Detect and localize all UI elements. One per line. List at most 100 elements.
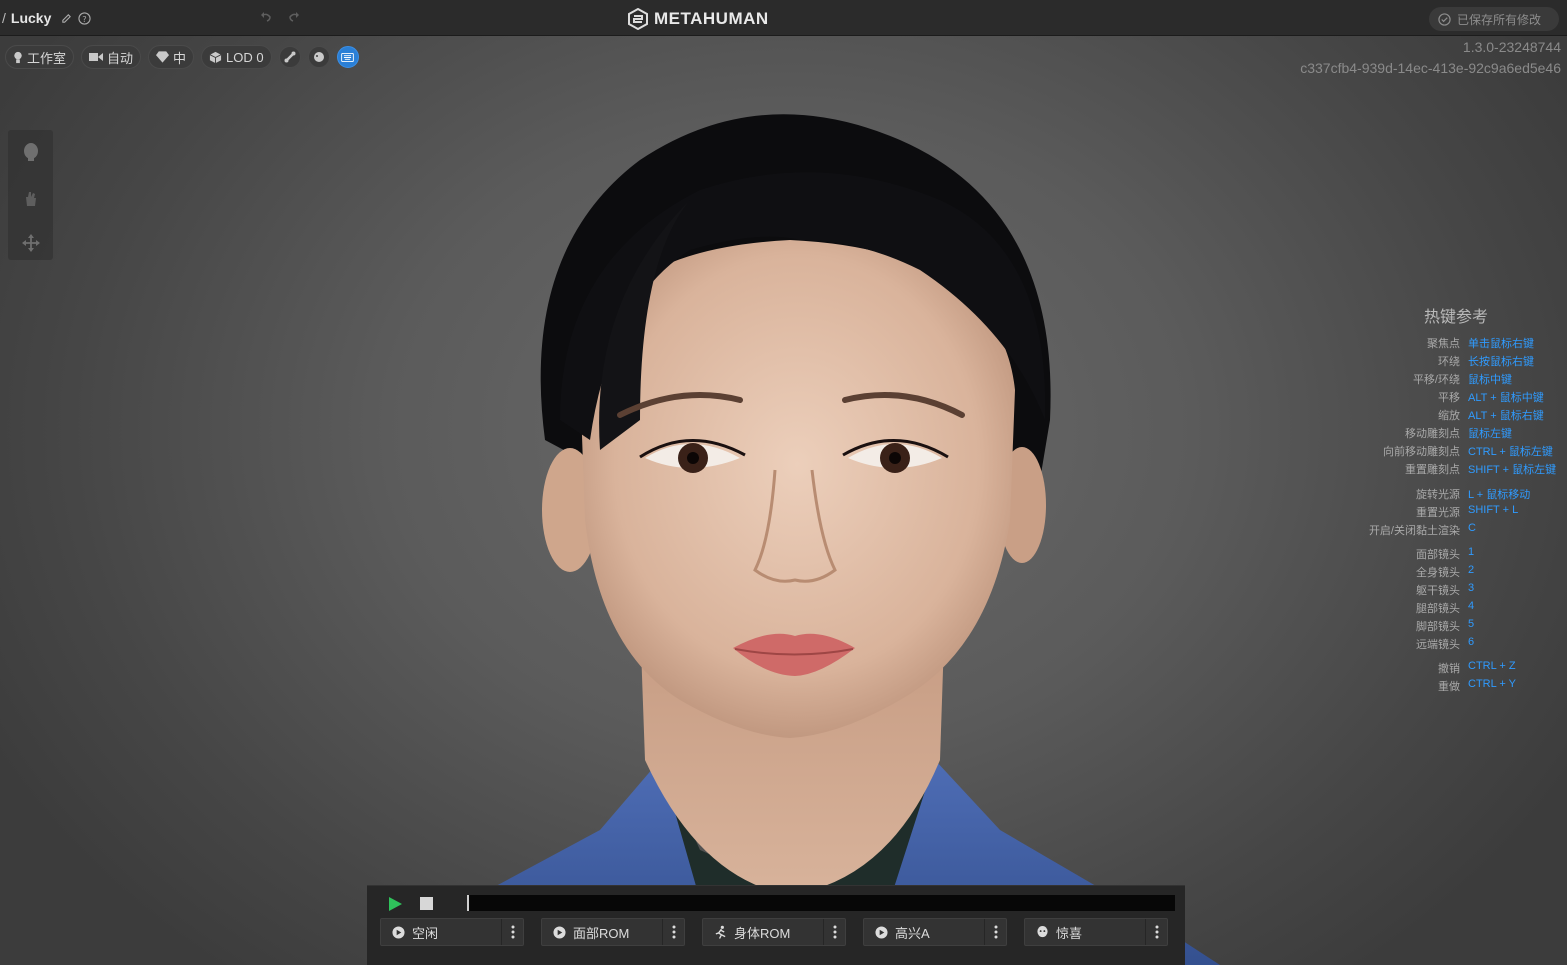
- head-sphere-icon: [313, 52, 324, 62]
- camera-label: 自动: [107, 50, 134, 66]
- hotkey-label: 面部镜头: [1416, 549, 1460, 561]
- hotkey-key: CTRL + Z: [1468, 660, 1516, 672]
- quality-label: 中: [173, 50, 187, 66]
- play-icon: [389, 897, 402, 911]
- animation-item-happy-a[interactable]: 高兴A: [863, 918, 1007, 946]
- hotkey-row: 旋转光源 L + 鼠标移动: [1340, 486, 1567, 502]
- hotkey-key: 2: [1468, 564, 1475, 576]
- character-viewport[interactable]: [0, 0, 1567, 965]
- animation-label: 空闲: [412, 925, 439, 941]
- hotkey-key: 1: [1468, 546, 1475, 558]
- hotkey-key: C: [1468, 522, 1476, 534]
- animation-label: 面部ROM: [573, 925, 630, 941]
- hotkey-label: 重置光源: [1416, 507, 1460, 519]
- hotkey-row: 缩放 ALT + 鼠标右键: [1340, 407, 1567, 423]
- head-select-icon[interactable]: [22, 142, 40, 167]
- hotkey-label: 全身镜头: [1416, 567, 1460, 579]
- hand-move-icon[interactable]: [22, 189, 40, 212]
- hotkey-row: 平移/环绕 鼠标中键: [1340, 371, 1567, 387]
- top-bar: / Lucky ? METAHUMAN 已保存所有修改: [0, 0, 1567, 36]
- check-circle-icon: [1438, 12, 1451, 26]
- animation-item-face-rom[interactable]: 面部ROM: [541, 918, 685, 946]
- help-icon[interactable]: ?: [77, 11, 91, 25]
- save-status-text: 已保存所有修改: [1457, 12, 1542, 27]
- hotkey-label: 远端镜头: [1416, 639, 1460, 651]
- viewport-toolbar: 工作室 自动 中 LOD 0: [5, 45, 359, 69]
- hotkey-row: 面部镜头 1: [1340, 546, 1567, 562]
- project-name[interactable]: Lucky: [11, 10, 51, 26]
- hotkey-key: 3: [1468, 582, 1475, 594]
- animation-controls: 空闲 面部ROM 身体ROM 高兴A 惊喜: [367, 885, 1185, 965]
- hotkey-key: 鼠标中键: [1468, 374, 1512, 386]
- running-figure-icon: [713, 925, 727, 939]
- hotkey-key: SHIFT + 鼠标左键: [1468, 464, 1557, 476]
- light-bulb-icon: [14, 51, 22, 63]
- hotkey-row: 平移 ALT + 鼠标中键: [1340, 389, 1567, 405]
- camera-icon: [89, 53, 104, 61]
- stop-button[interactable]: [420, 897, 433, 910]
- hotkey-label: 重置雕刻点: [1405, 464, 1460, 476]
- hotkey-key: CTRL + 鼠标左键: [1468, 446, 1553, 458]
- quality-button[interactable]: 中: [148, 45, 195, 69]
- hotkey-label: 聚焦点: [1427, 338, 1460, 350]
- animation-timeline[interactable]: [467, 895, 1175, 911]
- camera-button[interactable]: 自动: [81, 45, 142, 69]
- play-circle-icon: [874, 925, 888, 939]
- hotkey-row: 移动雕刻点 鼠标左键: [1340, 425, 1567, 441]
- hotkey-label: 脚部镜头: [1416, 621, 1460, 633]
- hotkey-key: 单击鼠标右键: [1468, 338, 1534, 350]
- hotkey-key: SHIFT + L: [1468, 504, 1519, 516]
- hotkey-row: 脚部镜头 5: [1340, 618, 1567, 634]
- hotkeys-toggle-button[interactable]: [336, 46, 359, 68]
- cube-icon: [209, 51, 222, 63]
- move-arrows-icon[interactable]: [21, 234, 40, 257]
- more-vertical-icon[interactable]: [501, 919, 523, 945]
- hotkey-label: 移动雕刻点: [1405, 428, 1460, 440]
- face-icon: [1035, 925, 1049, 939]
- hotkey-key: 5: [1468, 618, 1475, 630]
- play-circle-icon: [552, 925, 566, 939]
- undo-icon[interactable]: [259, 10, 273, 24]
- viewport-tools-panel: [8, 130, 53, 260]
- lod-button[interactable]: LOD 0: [201, 45, 272, 69]
- hotkey-key: CTRL + Y: [1468, 678, 1516, 690]
- build-guid: c337cfb4-939d-14ec-413e-92c9a6ed5e46: [1300, 60, 1561, 76]
- build-info: 1.3.0-23248744 c337cfb4-939d-14ec-413e-9…: [1300, 37, 1561, 79]
- logo-text: METAHUMAN: [654, 9, 769, 28]
- hotkey-row: 腿部镜头 4: [1340, 600, 1567, 616]
- edit-icon[interactable]: [59, 11, 73, 25]
- bone-toggle-button[interactable]: [278, 46, 301, 68]
- hotkey-row: 聚焦点 单击鼠标右键: [1340, 335, 1567, 351]
- play-circle-icon: [391, 925, 405, 939]
- metahuman-logo-icon: [628, 8, 648, 30]
- play-button[interactable]: [387, 896, 403, 912]
- hotkey-label: 重做: [1438, 681, 1460, 693]
- version-number: 1.3.0-23248744: [1462, 39, 1561, 55]
- save-status-badge: 已保存所有修改: [1429, 7, 1559, 31]
- hotkey-row: 撤销 CTRL + Z: [1340, 660, 1567, 676]
- redo-icon[interactable]: [287, 10, 301, 24]
- keyboard-icon: [341, 52, 354, 62]
- animation-item-surprise[interactable]: 惊喜: [1024, 918, 1168, 946]
- environment-label: 工作室: [27, 50, 67, 66]
- hotkey-title: 热键参考: [1424, 309, 1489, 326]
- animation-item-body-rom[interactable]: 身体ROM: [702, 918, 846, 946]
- animation-item-idle[interactable]: 空闲: [380, 918, 524, 946]
- environment-button[interactable]: 工作室: [5, 45, 75, 69]
- hotkey-label: 平移: [1438, 392, 1460, 404]
- hotkey-key: ALT + 鼠标中键: [1468, 392, 1544, 404]
- more-vertical-icon[interactable]: [662, 919, 684, 945]
- clay-render-toggle-button[interactable]: [307, 46, 330, 68]
- lod-label: LOD 0: [226, 49, 264, 65]
- more-vertical-icon[interactable]: [1145, 919, 1167, 945]
- metahuman-logo: METAHUMAN: [628, 8, 769, 30]
- animation-label: 高兴A: [895, 925, 930, 941]
- timeline-playhead[interactable]: [467, 895, 469, 911]
- hotkey-label: 向前移动雕刻点: [1383, 446, 1460, 458]
- more-vertical-icon[interactable]: [823, 919, 845, 945]
- hotkey-key: 6: [1468, 636, 1475, 648]
- more-vertical-icon[interactable]: [984, 919, 1006, 945]
- hotkey-key: 长按鼠标右键: [1468, 356, 1534, 368]
- hotkey-row: 全身镜头 2: [1340, 564, 1567, 580]
- hotkey-row: 向前移动雕刻点 CTRL + 鼠标左键: [1340, 443, 1567, 459]
